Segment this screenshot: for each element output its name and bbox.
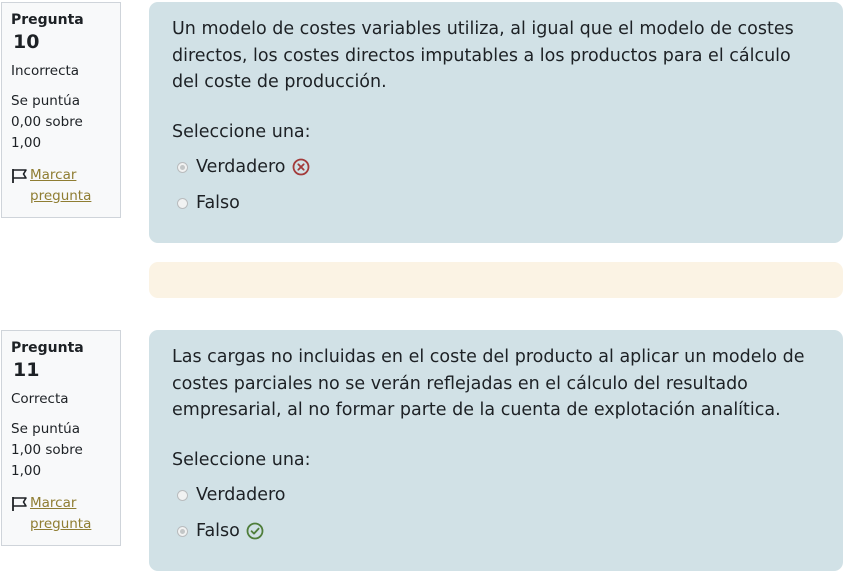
question-title-prefix: Pregunta	[11, 340, 84, 356]
question-state: Incorrecta	[11, 63, 80, 79]
flag-question-link[interactable]: Marcar pregunta	[30, 493, 111, 535]
question-grade: Se puntúa 0,00 sobre 1,00	[11, 93, 83, 151]
question-state: Correcta	[11, 391, 69, 407]
answer-prompt: Seleccione una:	[172, 121, 311, 142]
option-label: Verdadero	[196, 484, 286, 505]
question-11-content: Las cargas no incluidas en el coste del …	[149, 330, 843, 571]
question-grade: Se puntúa 1,00 sobre 1,00	[11, 421, 83, 479]
incorrect-icon	[292, 158, 310, 176]
option-label: Verdadero	[196, 156, 286, 177]
option-falso[interactable]: Falso	[172, 185, 821, 221]
question-number: 10	[13, 31, 40, 53]
question-text: Las cargas no incluidas en el coste del …	[172, 347, 805, 420]
question-10-content: Un modelo de costes variables utiliza, a…	[149, 2, 843, 243]
option-verdadero[interactable]: Verdadero	[172, 477, 821, 513]
option-label: Falso	[196, 520, 240, 541]
correct-icon	[246, 522, 264, 540]
feedback-bar	[149, 262, 843, 298]
question-text: Un modelo de costes variables utiliza, a…	[172, 19, 794, 92]
question-number: 11	[13, 359, 40, 381]
radio-button[interactable]	[177, 489, 188, 501]
question-title: Pregunta 10	[11, 9, 111, 55]
answer-options: Verdadero Falso	[172, 149, 821, 221]
option-label: Falso	[196, 192, 240, 213]
question-title: Pregunta 11	[11, 337, 111, 383]
flag-question[interactable]: Marcar pregunta	[11, 165, 111, 207]
answer-prompt: Seleccione una:	[172, 449, 311, 470]
question-title-prefix: Pregunta	[11, 12, 84, 28]
question-11-info: Pregunta 11 Correcta Se puntúa 1,00 sobr…	[1, 330, 121, 546]
flag-icon	[12, 169, 27, 183]
flag-question[interactable]: Marcar pregunta	[11, 493, 111, 535]
flag-question-link[interactable]: Marcar pregunta	[30, 165, 111, 207]
radio-button[interactable]	[177, 197, 188, 209]
radio-button[interactable]	[177, 525, 188, 537]
question-10-info: Pregunta 10 Incorrecta Se puntúa 0,00 so…	[1, 2, 121, 218]
option-verdadero[interactable]: Verdadero	[172, 149, 821, 185]
option-falso[interactable]: Falso	[172, 513, 821, 549]
flag-icon	[12, 497, 27, 511]
answer-options: Verdadero Falso	[172, 477, 821, 549]
radio-button[interactable]	[177, 161, 188, 173]
